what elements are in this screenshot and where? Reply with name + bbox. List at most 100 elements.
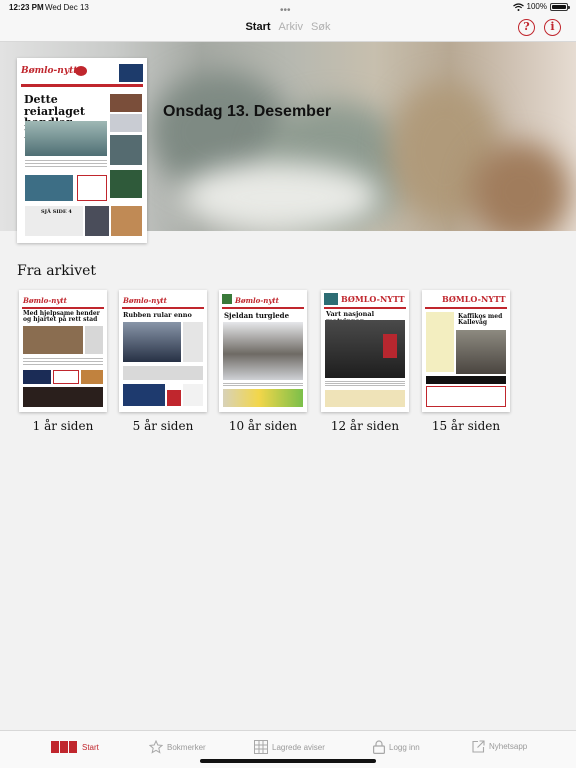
tab-label: Logg inn — [389, 742, 420, 752]
cover-text-block — [426, 312, 454, 372]
archive-cover-5[interactable]: BØMLO-NYTT Kaffikos med Kallevåg — [422, 290, 510, 412]
cover-photo — [110, 114, 142, 132]
cover-masthead: Bømlo-nytt — [23, 296, 67, 305]
todays-cover[interactable]: Bømlo-nytt Dette reiarlaget handlar loka… — [17, 58, 147, 243]
cover-headline: Sjeldan turglede — [224, 311, 290, 320]
cover-ad-box — [223, 389, 303, 407]
nav-bar: ••• Start Arkiv Søk ? i — [0, 5, 576, 42]
grid-icon — [254, 740, 268, 754]
cover-red-rule — [122, 307, 204, 309]
cover-logo-badge — [75, 66, 87, 76]
cover-masthead: Bømlo-nytt — [123, 296, 167, 305]
status-time: 12:23 PM — [9, 3, 44, 12]
cover-text-block — [183, 322, 203, 362]
archive-label-1[interactable]: 1 år siden — [18, 419, 108, 433]
battery-percent: 100% — [526, 2, 547, 11]
cover-text-block — [325, 381, 405, 387]
info-button[interactable]: i — [544, 19, 561, 36]
tab-arkiv[interactable]: Arkiv — [279, 21, 303, 33]
cover-ad-box — [167, 390, 181, 406]
cover-ad-box — [23, 387, 103, 407]
cover-ad-box — [183, 384, 203, 406]
cover-masthead: Bømlo-nytt — [235, 296, 279, 305]
archive-cover-4[interactable]: BØMLO-NYTT Vart nasjonal matvinnar — [321, 290, 409, 412]
cover-ad-box — [426, 376, 506, 384]
cover-main-photo — [25, 121, 107, 156]
tab-label: Start — [82, 742, 99, 752]
cover-photo — [111, 206, 142, 236]
tab-nyhetsapp[interactable]: Nyhetsapp — [472, 740, 527, 753]
cover-ad-box — [426, 386, 506, 407]
cover-photo — [110, 135, 142, 165]
cover-red-rule — [324, 307, 406, 309]
archive-label-2[interactable]: 5 år siden — [118, 419, 208, 433]
cover-photo — [85, 326, 103, 354]
tab-start-bottom[interactable]: Start — [51, 740, 99, 754]
archive-cover-1[interactable]: Bømlo-nytt Med hjelpsame hender og hjart… — [19, 290, 107, 412]
archive-cover-3[interactable]: Bømlo-nytt Sjeldan turglede — [219, 290, 307, 412]
multitask-dots[interactable]: ••• — [280, 5, 291, 16]
info-icon: i — [550, 20, 555, 33]
tab-lagrede-aviser[interactable]: Lagrede aviser — [254, 740, 325, 754]
cover-photo — [25, 175, 73, 201]
cover-ad-box — [123, 384, 165, 406]
tab-label: Nyhetsapp — [489, 742, 528, 751]
issue-date-title: Onsdag 13. Desember — [163, 103, 332, 120]
cover-ad-box — [23, 370, 51, 384]
tab-label: Bokmerker — [167, 742, 206, 752]
cover-logo-badge — [324, 293, 338, 305]
tab-sok[interactable]: Søk — [311, 21, 331, 33]
tab-label: Lagrede aviser — [272, 742, 325, 752]
cover-red-rule — [425, 307, 507, 309]
battery-fill — [552, 4, 566, 9]
lock-icon — [373, 740, 385, 754]
cover-photo — [81, 370, 103, 384]
wifi-icon — [512, 2, 524, 11]
star-icon — [149, 740, 163, 754]
hero-blur-shape — [180, 162, 380, 231]
home-indicator[interactable] — [200, 759, 376, 763]
archive-section-title: Fra arkivet — [17, 263, 97, 279]
external-link-icon — [472, 740, 485, 753]
cover-photo — [85, 206, 109, 236]
cover-ad-box — [77, 175, 107, 201]
help-icon: ? — [523, 20, 530, 33]
cover-photo — [383, 334, 397, 358]
tab-start[interactable]: Start — [245, 21, 270, 33]
battery-icon — [550, 2, 570, 11]
archive-label-3[interactable]: 10 år siden — [218, 419, 308, 433]
cover-ad-box — [53, 370, 79, 384]
archive-label-4[interactable]: 12 år siden — [320, 419, 410, 433]
tab-bokmerker[interactable]: Bokmerker — [149, 740, 206, 754]
cover-headline: Rubben rular enno — [123, 311, 192, 319]
status-right: 100% — [512, 2, 570, 11]
cover-headline: Kaffikos med Kallevåg — [458, 313, 503, 327]
cover-headline: Med hjelpsame hender og hjartet på rett … — [23, 310, 100, 324]
cover-main-photo — [123, 322, 181, 362]
cover-text-block — [23, 358, 103, 366]
cover-text-block — [25, 160, 107, 168]
cover-red-rule — [21, 84, 143, 87]
archive-cover-2[interactable]: Bømlo-nytt Rubben rular enno — [119, 290, 207, 412]
cover-ad-box — [119, 64, 143, 82]
cover-red-rule — [222, 307, 304, 309]
cover-red-rule — [22, 307, 104, 309]
cover-photo — [110, 94, 142, 112]
cover-main-photo — [223, 322, 303, 380]
cover-sub-headline: SJÅ SIDE 4 — [41, 209, 72, 215]
cover-photo — [23, 326, 83, 354]
newspaper-icon — [51, 741, 77, 753]
cover-photo — [123, 366, 203, 380]
archive-label-5[interactable]: 15 år siden — [421, 419, 511, 433]
cover-logo-badge — [222, 294, 232, 304]
cover-text-block — [223, 383, 303, 387]
cover-main-photo — [456, 330, 506, 374]
cover-photo — [110, 170, 142, 198]
cover-masthead: BØMLO-NYTT — [442, 294, 506, 304]
status-date: Wed Dec 13 — [45, 3, 89, 12]
hero-blur-shape — [470, 142, 570, 231]
help-button[interactable]: ? — [518, 19, 535, 36]
cover-ad-box — [325, 390, 405, 407]
tab-logg-inn[interactable]: Logg inn — [373, 740, 420, 754]
segment-tabs: Start Arkiv Søk — [0, 21, 576, 33]
